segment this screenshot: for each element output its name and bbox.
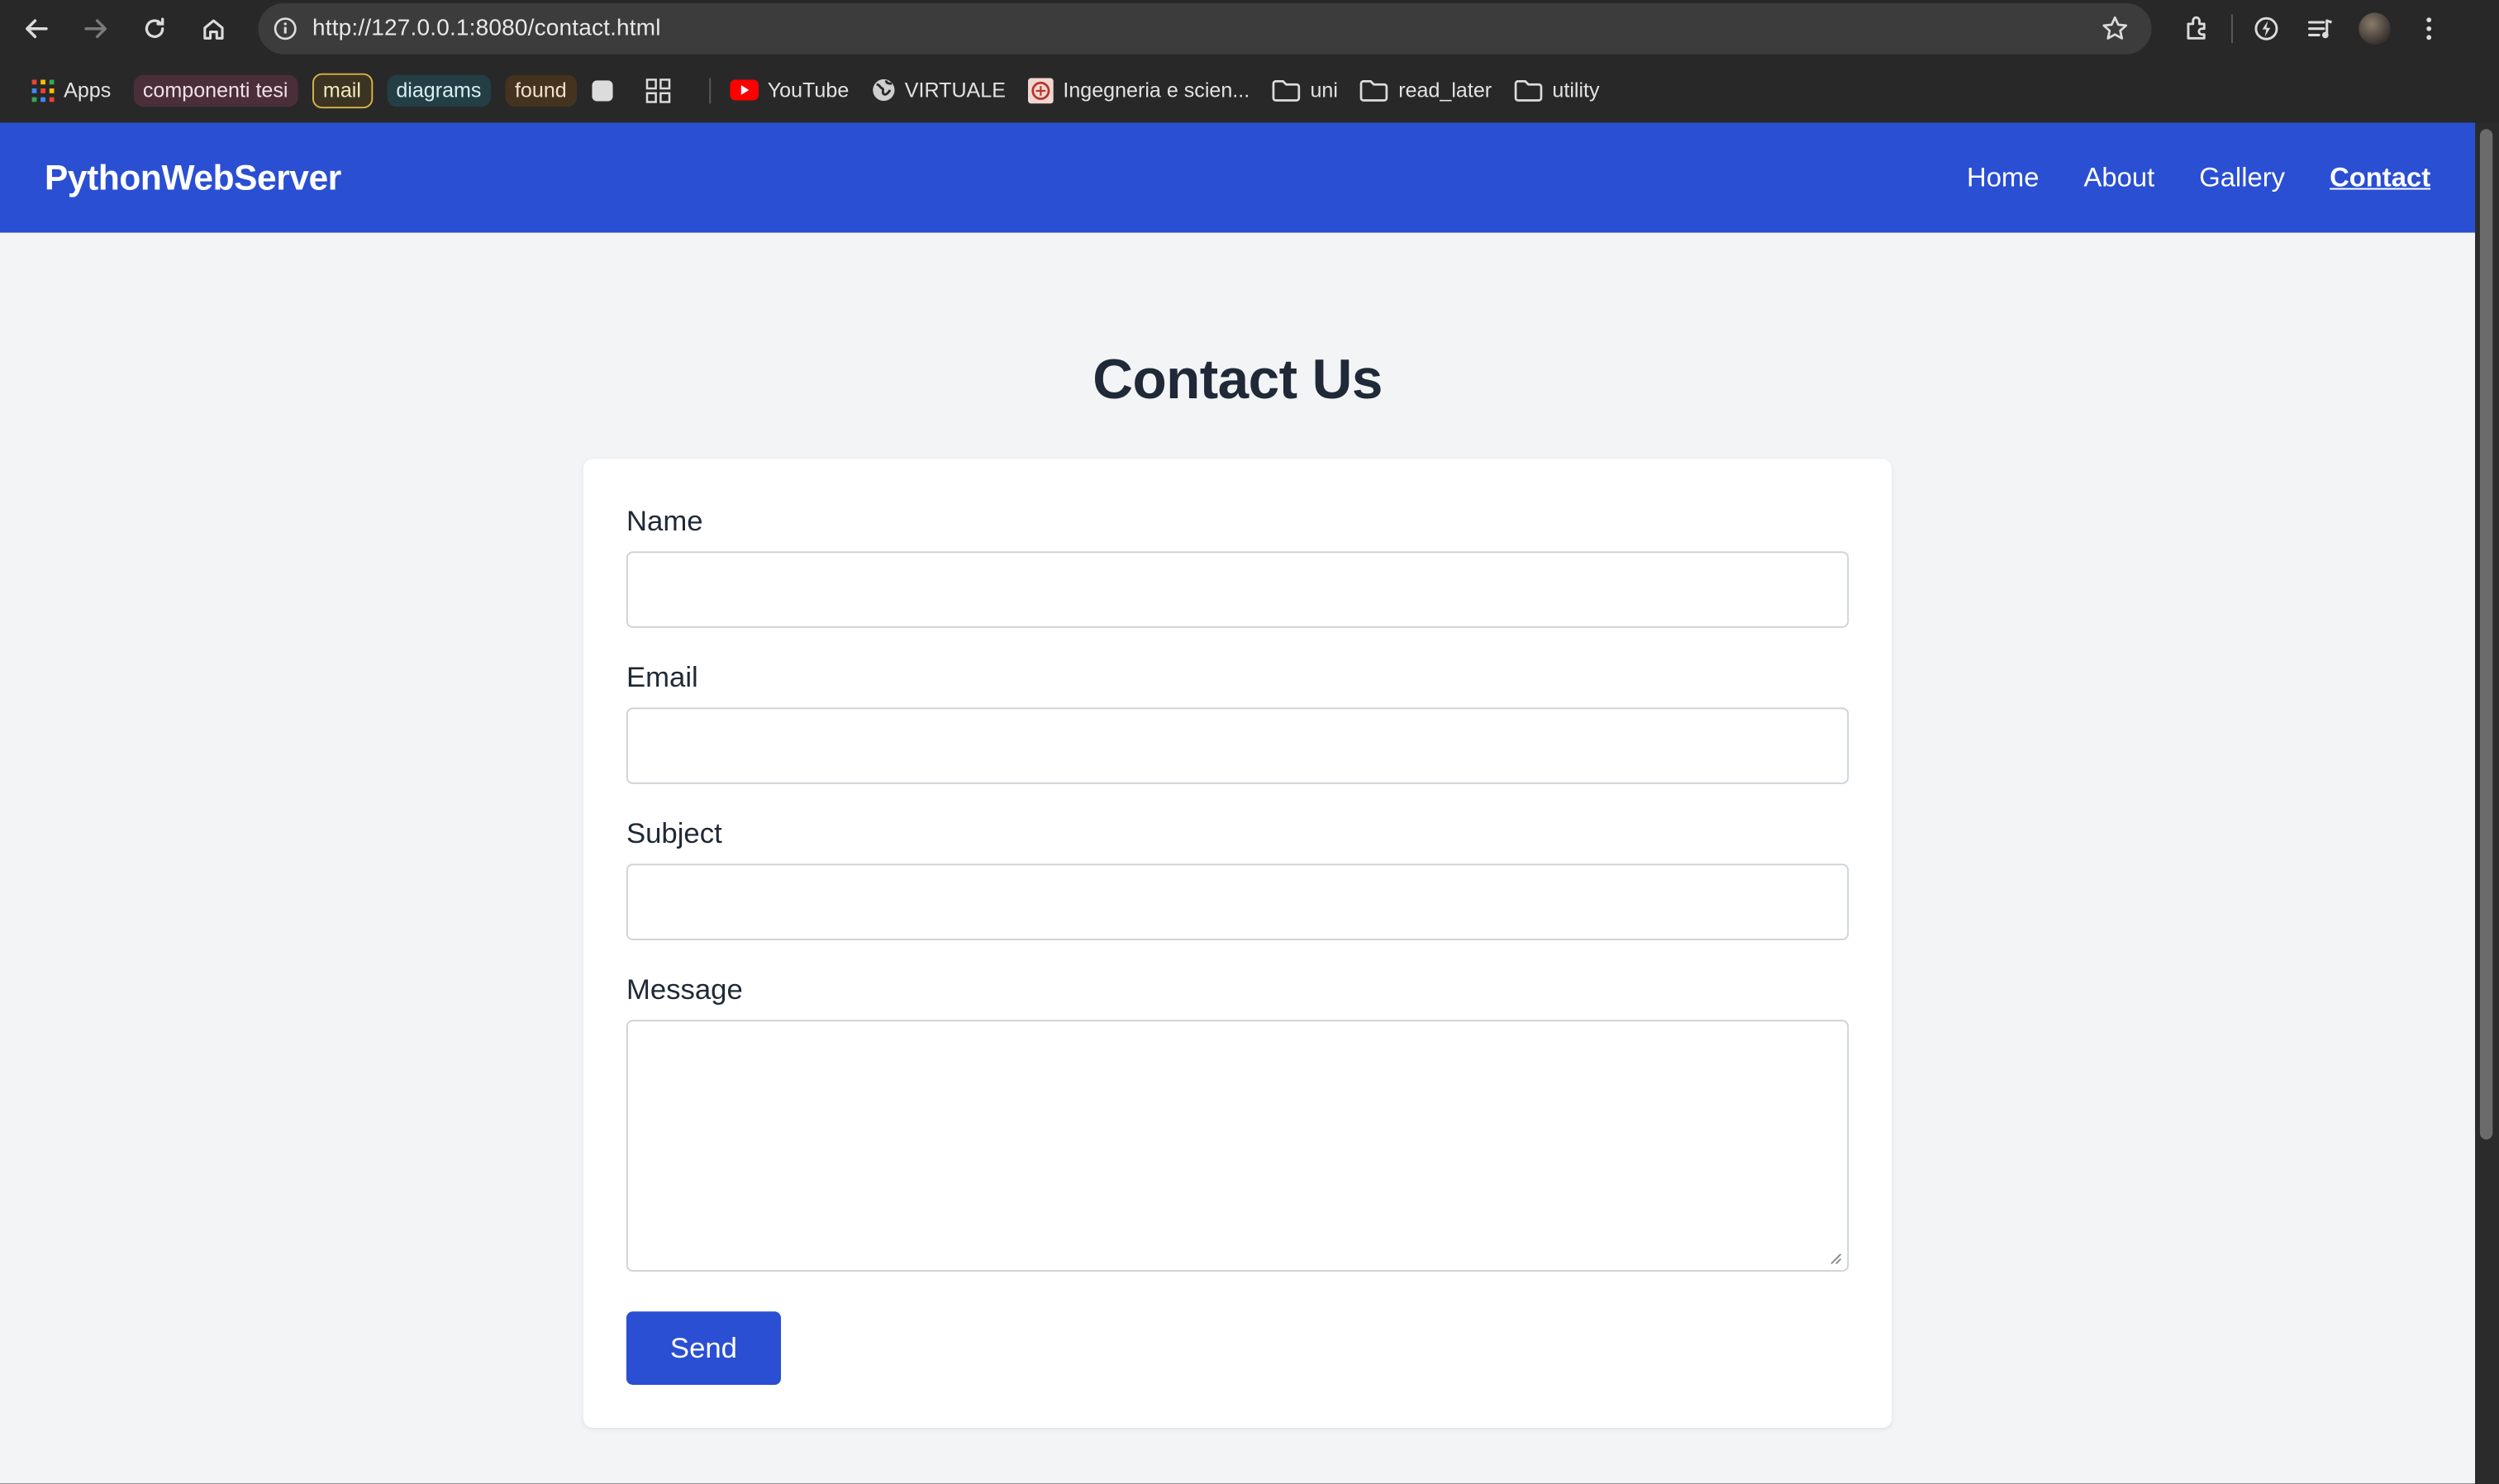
bookmarks-bar: Apps componenti tesi mail diagrams found… [0,57,2499,123]
square-icon [591,78,613,101]
browser-toolbar: http://127.0.0.1:8080/contact.html [0,0,2499,58]
bookmark-apps[interactable]: Apps [31,78,112,102]
name-field[interactable] [626,551,1849,628]
page-title: Contact Us [1092,349,1383,411]
resize-grip-icon[interactable] [1830,1253,1842,1265]
back-arrow-icon[interactable] [7,0,65,57]
subject-field[interactable] [626,863,1849,940]
bookmark-chip-componenti-tesi[interactable]: componenti tesi [133,74,298,107]
home-icon[interactable] [183,0,242,57]
bookmark-label: read_later [1398,78,1492,102]
globe-icon [871,78,895,102]
bookmark-youtube[interactable]: YouTube [729,78,849,102]
address-bar[interactable]: http://127.0.0.1:8080/contact.html [258,2,2152,55]
university-favicon-icon [1027,77,1054,103]
bookmark-folder-uni[interactable]: uni [1272,78,1338,102]
bookmark-label: Apps [64,78,112,102]
send-button[interactable]: Send [626,1311,782,1385]
url-text[interactable]: http://127.0.0.1:8080/contact.html [312,16,661,41]
extensions-icon[interactable] [2171,0,2225,57]
performance-icon[interactable] [2240,0,2294,57]
bookmark-square[interactable] [591,78,623,101]
scrollbar[interactable] [2475,122,2499,1484]
profile-avatar[interactable] [2348,0,2402,57]
bookmark-label: Ingegneria e scien... [1063,78,1250,102]
bookmark-folder-read-later[interactable]: read_later [1360,78,1492,102]
bookmark-ingegneria[interactable]: Ingegneria e scien... [1027,77,1250,103]
menu-dots-icon[interactable] [2401,0,2456,57]
subject-label: Subject [626,817,722,849]
contact-form: Name Email Subject Message Send [583,459,1892,1429]
email-field[interactable] [626,707,1849,784]
apps-grid-icon [31,78,55,102]
bookmark-chip-mail[interactable]: mail [312,72,373,108]
name-label: Name [626,505,703,537]
scrollbar-thumb[interactable] [2479,129,2493,1139]
message-textarea[interactable] [626,1020,1849,1272]
forward-arrow-icon[interactable] [65,0,124,57]
nav-home[interactable]: Home [1967,162,2039,194]
bookmark-label: uni [1310,78,1338,102]
star-icon[interactable] [2101,14,2130,50]
site-header: PythonWebServer Home About Gallery Conta… [0,122,2476,233]
bookmark-folder-utility[interactable]: utility [1514,78,1600,102]
nav-contact[interactable]: Contact [2330,162,2430,194]
bookmark-chip-diagrams[interactable]: diagrams [386,74,492,107]
bookmark-label: VIRTUALE [904,78,1006,102]
grid-icon [645,78,670,103]
bookmark-chip-found[interactable]: found [505,74,577,107]
folder-icon [1272,78,1301,101]
site-nav: Home About Gallery Contact [1922,162,2430,194]
bookmark-label: utility [1552,78,1600,102]
folder-icon [1514,78,1543,101]
youtube-icon [729,79,759,101]
site-info-icon[interactable] [258,3,312,55]
page-viewport: PythonWebServer Home About Gallery Conta… [0,122,2476,1484]
bookmark-grid[interactable] [645,78,679,103]
reload-icon[interactable] [124,0,183,57]
nav-gallery[interactable]: Gallery [2199,162,2285,194]
bookmark-virtuale[interactable]: VIRTUALE [871,78,1006,102]
nav-about[interactable]: About [2083,162,2154,194]
email-label: Email [626,661,698,693]
site-brand[interactable]: PythonWebServer [45,157,341,198]
message-label: Message [626,973,743,1006]
reading-list-icon[interactable] [2293,0,2348,57]
bookmark-label: YouTube [767,78,850,102]
folder-icon [1360,78,1389,101]
